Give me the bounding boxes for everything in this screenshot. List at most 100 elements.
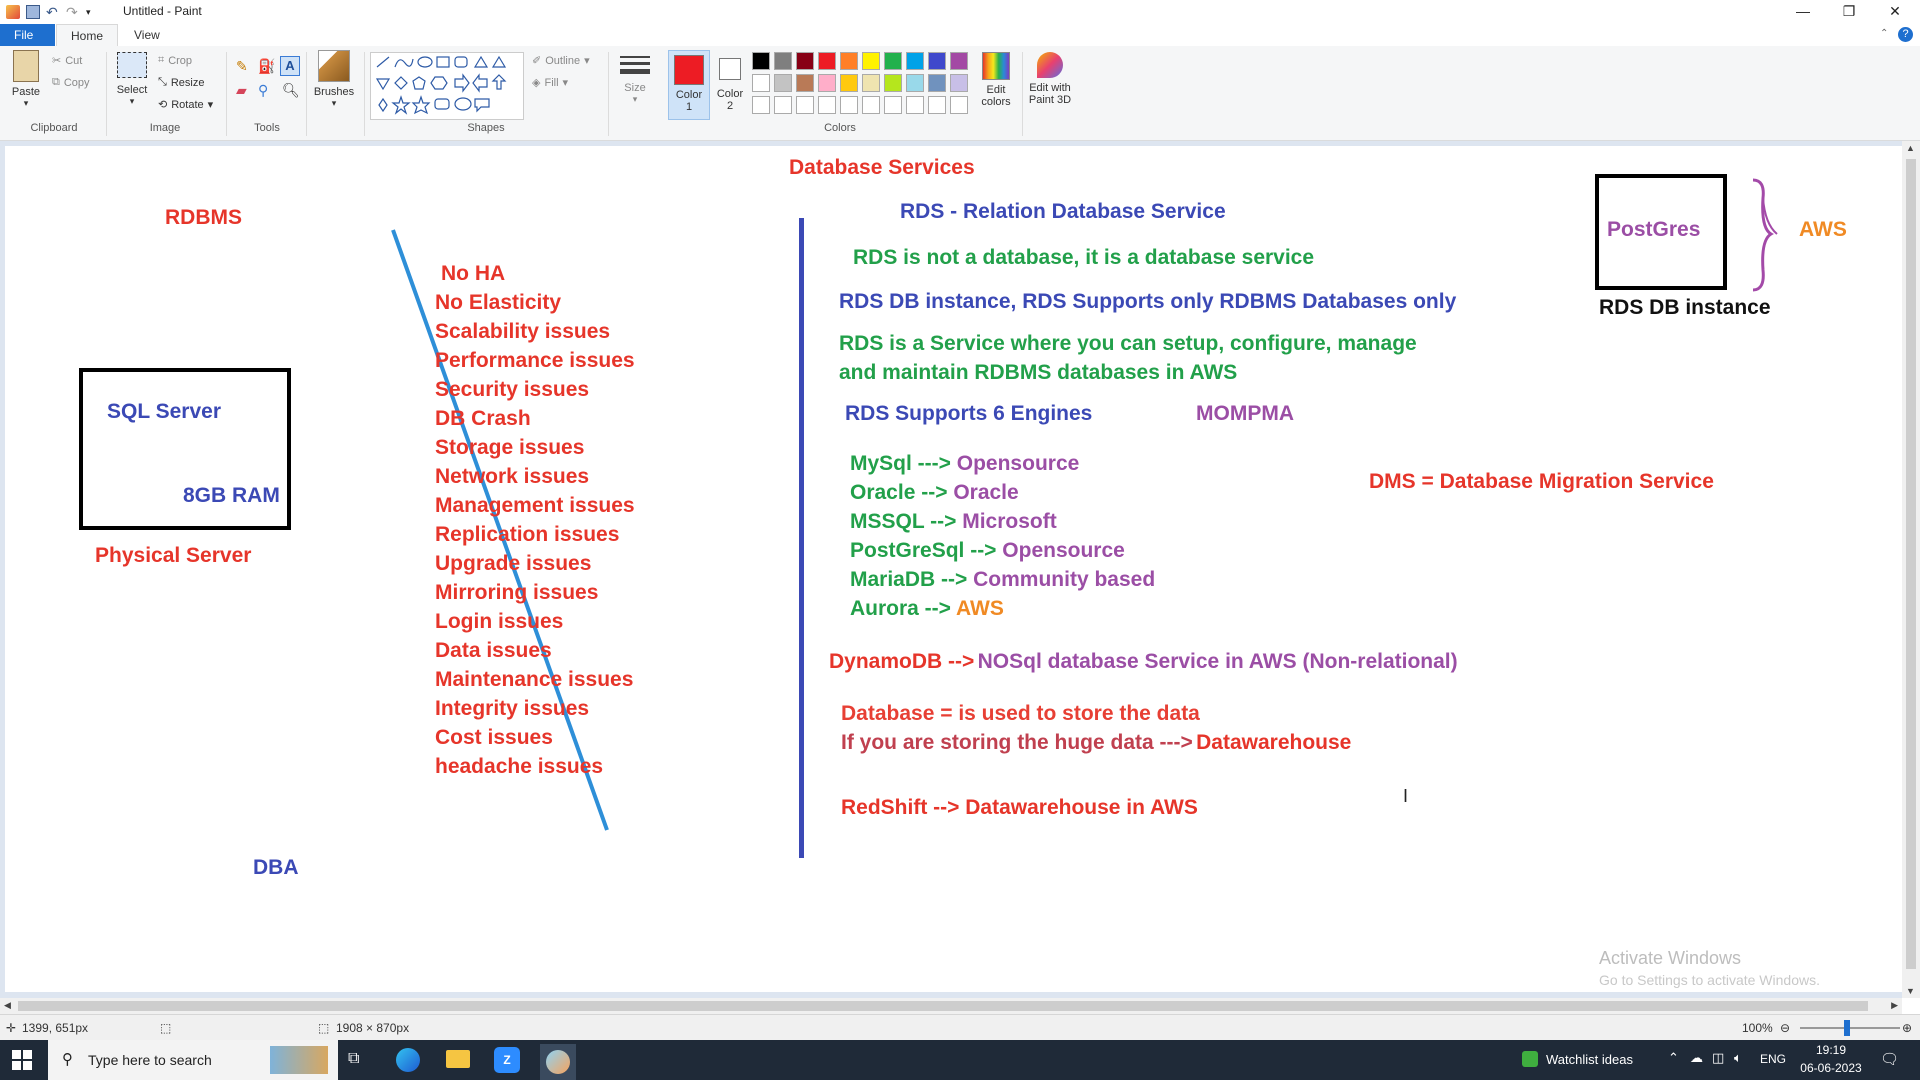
palette-swatch[interactable] — [928, 74, 946, 92]
brushes-button[interactable]: Brushes ▾ — [312, 50, 356, 109]
copy-button[interactable]: ⧉ Copy — [52, 76, 90, 89]
color2-button[interactable]: Color 2 — [712, 50, 748, 112]
help-icon[interactable]: ? — [1898, 27, 1913, 42]
zoom-app-icon[interactable]: Z — [494, 1047, 520, 1073]
issue-item: Security issues — [435, 378, 590, 401]
palette-swatch[interactable] — [928, 52, 946, 70]
cut-button[interactable]: ✂ Cut — [52, 54, 82, 68]
palette-swatch-empty[interactable] — [840, 96, 858, 114]
palette-swatch-empty[interactable] — [884, 96, 902, 114]
engine-item: MySql ---> Opensource — [850, 452, 1079, 476]
windows-start-icon[interactable] — [12, 1050, 32, 1070]
palette-swatch-empty[interactable] — [774, 96, 792, 114]
notifications-icon[interactable]: 🗨︎ — [1880, 1050, 1899, 1068]
issue-item: Scalability issues — [435, 320, 611, 343]
palette-swatch[interactable] — [840, 52, 858, 70]
palette-swatch-empty[interactable] — [928, 96, 946, 114]
resize-button[interactable]: ⤡ Resize — [158, 76, 204, 89]
palette-swatch[interactable] — [906, 52, 924, 70]
palette-swatch[interactable] — [752, 52, 770, 70]
engine-vendor: Oracle — [953, 481, 1019, 504]
language-indicator[interactable]: ENG — [1760, 1052, 1786, 1066]
onedrive-icon[interactable]: ☁ — [1690, 1050, 1703, 1066]
palette-swatch[interactable] — [884, 52, 902, 70]
minimize-button[interactable]: — — [1780, 0, 1826, 24]
drawing-canvas[interactable]: Database Services RDBMS SQL Server 8GB R… — [5, 146, 1905, 992]
shapes-gallery[interactable] — [370, 52, 524, 120]
redo-icon[interactable]: ↷ — [66, 5, 80, 19]
edit-colors-button[interactable]: Edit colors — [976, 50, 1016, 108]
paste-button[interactable]: Paste ▾ — [8, 50, 44, 109]
palette-swatch[interactable] — [950, 52, 968, 70]
cursor-position-icon: ✛ — [6, 1021, 17, 1035]
magnifier-icon[interactable]: 🔍︎ — [282, 82, 300, 99]
undo-icon[interactable]: ↶ — [46, 5, 60, 19]
zoom-slider[interactable] — [1800, 1027, 1900, 1029]
vertical-scrollbar[interactable]: ▲ ▼ — [1902, 141, 1920, 998]
watchlist-icon[interactable] — [1522, 1051, 1538, 1067]
select-button[interactable]: Select ▾ — [112, 50, 152, 107]
issue-item: Upgrade issues — [435, 552, 592, 575]
palette-swatch-empty[interactable] — [950, 96, 968, 114]
color1-button[interactable]: Color 1 — [668, 50, 710, 120]
edit-with-paint3d-button[interactable]: Edit with Paint 3D — [1024, 50, 1076, 106]
text-tool-icon[interactable]: A — [280, 56, 300, 76]
paint-taskbar-button[interactable] — [540, 1044, 576, 1080]
clock-date[interactable]: 06-06-2023 — [1796, 1061, 1866, 1075]
palette-swatch[interactable] — [818, 52, 836, 70]
palette-swatch[interactable] — [774, 52, 792, 70]
tab-view[interactable]: View — [120, 24, 174, 46]
outline-button[interactable]: ✐ Outline ▾ — [532, 54, 590, 68]
taskbar: ⚲ Type here to search ⧉ Z Watchlist idea… — [0, 1040, 1920, 1080]
palette-swatch-empty[interactable] — [818, 96, 836, 114]
palette-swatch[interactable] — [906, 74, 924, 92]
color-picker-icon[interactable]: ⚲ — [258, 82, 268, 99]
watchlist-label[interactable]: Watchlist ideas — [1546, 1052, 1633, 1067]
activate-windows-subtitle: Go to Settings to activate Windows. — [1599, 972, 1820, 988]
palette-swatch[interactable] — [818, 74, 836, 92]
collapse-ribbon-icon[interactable]: ⌃ — [1880, 28, 1888, 39]
postgres-label: PostGres — [1607, 218, 1701, 241]
rotate-button[interactable]: ⟲ Rotate ▾ — [158, 98, 213, 112]
network-icon[interactable]: ◫ — [1712, 1050, 1724, 1066]
palette-swatch-empty[interactable] — [862, 96, 880, 114]
taskbar-search-box[interactable]: ⚲ Type here to search — [48, 1040, 338, 1080]
customize-quick-access-icon[interactable]: ▾ — [86, 5, 100, 19]
clock-time[interactable]: 19:19 — [1796, 1043, 1866, 1057]
palette-swatch[interactable] — [862, 74, 880, 92]
palette-swatch-empty[interactable] — [796, 96, 814, 114]
palette-swatch[interactable] — [950, 74, 968, 92]
palette-swatch[interactable] — [840, 74, 858, 92]
tools-group-label: Tools — [254, 122, 280, 134]
pencil-icon[interactable]: ✎ — [236, 58, 248, 75]
palette-swatch[interactable] — [884, 74, 902, 92]
issue-item: Management issues — [435, 494, 635, 517]
crop-button[interactable]: ⌗ Crop — [158, 54, 192, 67]
size-button[interactable]: Size ▾ — [614, 50, 656, 105]
tray-overflow-icon[interactable]: ⌃ — [1668, 1050, 1679, 1066]
fill-button[interactable]: ◈ Fill ▾ — [532, 76, 568, 90]
palette-swatch[interactable] — [862, 52, 880, 70]
zoom-in-icon[interactable]: ⊕ — [1902, 1021, 1912, 1035]
task-view-icon[interactable]: ⧉ — [348, 1050, 359, 1068]
horizontal-scrollbar[interactable]: ◀ ▶ — [0, 998, 1902, 1014]
volume-icon[interactable]: 🔈︎ — [1734, 1050, 1742, 1066]
tab-file[interactable]: File — [0, 24, 55, 46]
file-explorer-icon[interactable] — [446, 1050, 470, 1068]
zoom-slider-thumb[interactable] — [1844, 1020, 1850, 1036]
engine-item: Oracle --> Oracle — [850, 481, 1019, 505]
fill-bucket-icon[interactable]: ⛽ — [258, 58, 275, 75]
eraser-icon[interactable]: ▰ — [236, 82, 247, 99]
palette-swatch[interactable] — [796, 52, 814, 70]
save-icon[interactable] — [26, 5, 40, 19]
palette-swatch[interactable] — [752, 74, 770, 92]
palette-swatch[interactable] — [774, 74, 792, 92]
close-button[interactable]: ✕ — [1872, 0, 1918, 24]
palette-swatch[interactable] — [796, 74, 814, 92]
palette-swatch-empty[interactable] — [752, 96, 770, 114]
restore-button[interactable]: ❐ — [1826, 0, 1872, 24]
zoom-out-icon[interactable]: ⊖ — [1780, 1021, 1790, 1035]
edge-browser-icon[interactable] — [396, 1048, 420, 1072]
tab-home[interactable]: Home — [56, 24, 119, 46]
palette-swatch-empty[interactable] — [906, 96, 924, 114]
